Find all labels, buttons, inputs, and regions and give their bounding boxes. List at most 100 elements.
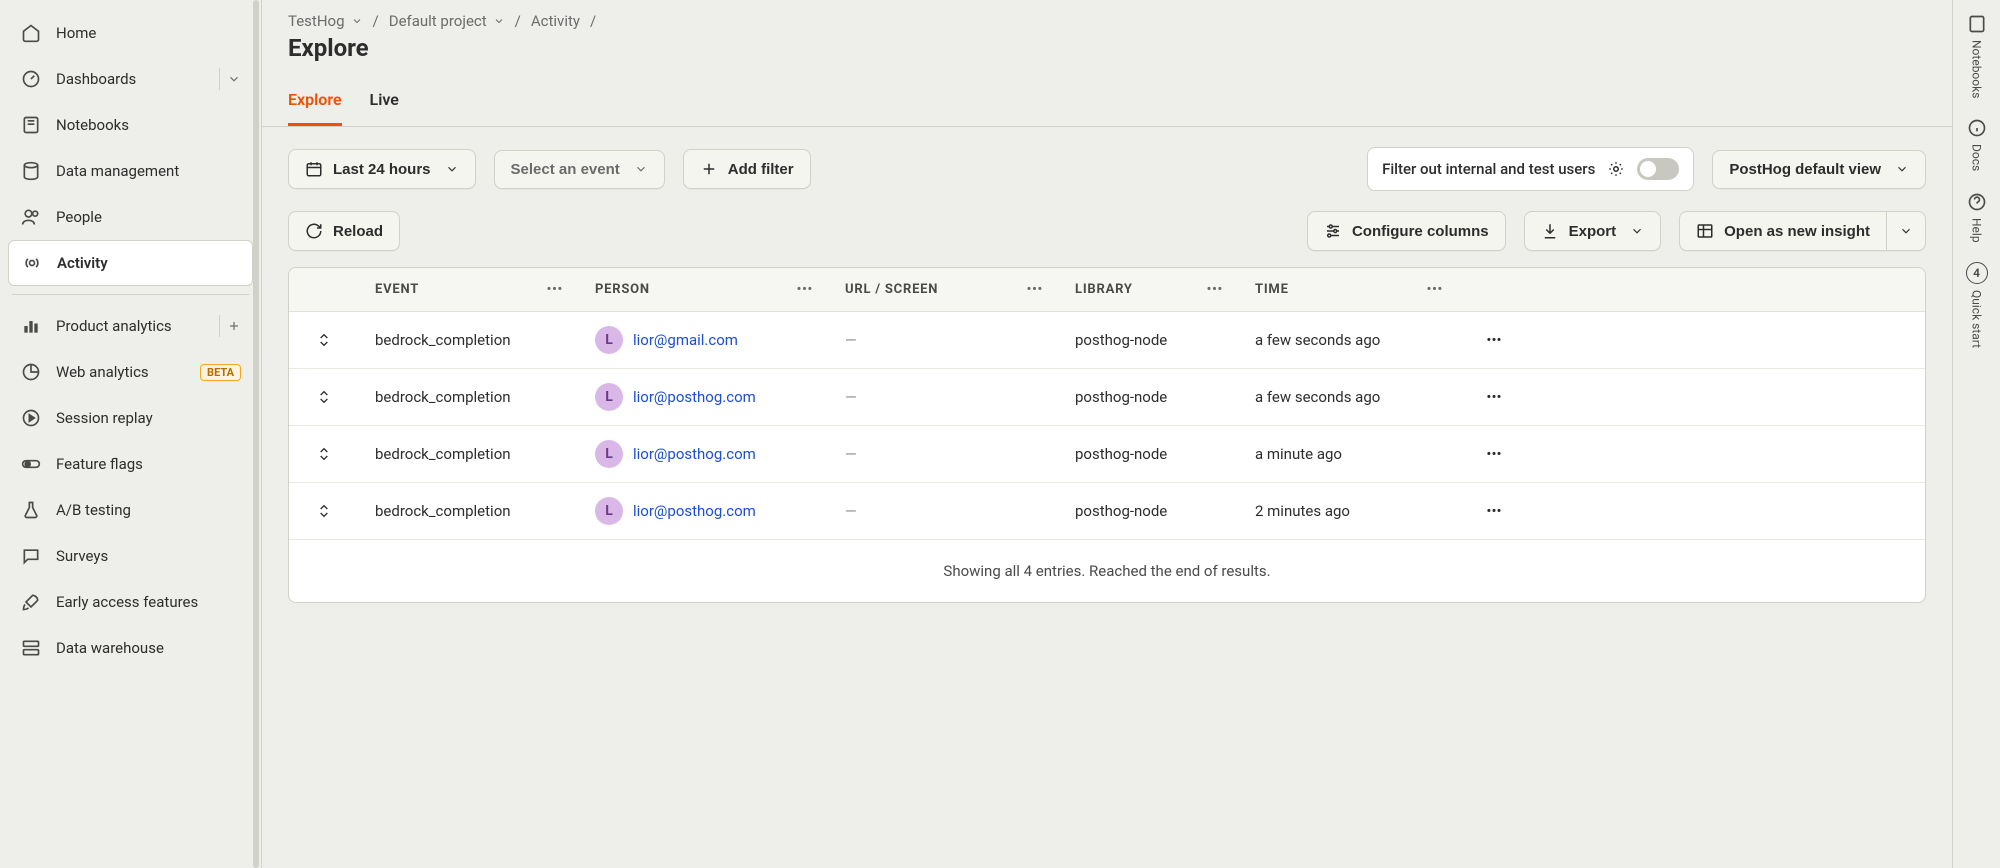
column-menu-icon[interactable]: ••• [797, 282, 813, 297]
rail-notebooks[interactable]: Notebooks [1967, 14, 1987, 98]
cell-time: a few seconds ago [1239, 312, 1459, 368]
person-link[interactable]: lior@posthog.com [633, 388, 756, 406]
chevron-down-icon [634, 162, 648, 176]
sidebar-item-label: Web analytics [56, 363, 149, 381]
view-button[interactable]: PostHog default view [1712, 150, 1926, 189]
table-row[interactable]: bedrock_completionLlior@gmail.com—postho… [289, 312, 1925, 369]
row-menu-button[interactable]: ••• [1459, 426, 1529, 482]
breadcrumb: TestHog / Default project / Activity / [288, 12, 1926, 30]
chevron-down-icon [1630, 224, 1644, 238]
configure-columns-button[interactable]: Configure columns [1307, 211, 1506, 251]
column-menu-icon[interactable]: ••• [547, 282, 563, 297]
gauge-icon [20, 68, 42, 90]
chevron-down-icon [445, 162, 459, 176]
sliders-icon [1324, 222, 1342, 240]
export-button[interactable]: Export [1524, 211, 1662, 251]
sidebar-item-activity[interactable]: Activity [8, 240, 253, 286]
table-row[interactable]: bedrock_completionLlior@posthog.com—post… [289, 483, 1925, 540]
cell-event: bedrock_completion [359, 426, 579, 482]
actions-toolbar: Reload Configure columns Export Open as … [262, 191, 1952, 267]
select-event-button[interactable]: Select an event [494, 150, 665, 189]
sidebar-item-home[interactable]: Home [8, 10, 253, 56]
cell-url: — [829, 312, 1059, 368]
cell-person[interactable]: Llior@posthog.com [579, 483, 829, 539]
cell-person[interactable]: Llior@posthog.com [579, 369, 829, 425]
expand-row-button[interactable] [289, 312, 359, 368]
avatar: L [595, 497, 623, 525]
tab-live[interactable]: Live [370, 80, 399, 126]
gear-icon[interactable] [1607, 160, 1625, 178]
expand-icon [316, 332, 332, 348]
sidebar-item-surveys[interactable]: Surveys [8, 533, 253, 579]
column-menu-icon[interactable]: ••• [1427, 282, 1443, 297]
activity-icon [21, 252, 43, 274]
add-filter-button[interactable]: Add filter [683, 149, 811, 189]
filter-internal-switch[interactable] [1637, 158, 1679, 180]
sidebar-item-dashboards[interactable]: Dashboards [8, 56, 253, 102]
expand-row-button[interactable] [289, 483, 359, 539]
page-title: Explore [288, 34, 1926, 62]
chevron-down-icon[interactable] [219, 68, 241, 90]
open-as-insight-button[interactable]: Open as new insight [1679, 211, 1887, 251]
cell-person[interactable]: Llior@posthog.com [579, 426, 829, 482]
expand-row-button[interactable] [289, 369, 359, 425]
replay-icon [20, 407, 42, 429]
sidebar-item-people[interactable]: People [8, 194, 253, 240]
sidebar-item-product-analytics[interactable]: Product analytics [8, 303, 253, 349]
cell-url: — [829, 426, 1059, 482]
person-link[interactable]: lior@posthog.com [633, 502, 756, 520]
sidebar-item-label: Feature flags [56, 455, 143, 473]
sidebar-item-early-access[interactable]: Early access features [8, 579, 253, 625]
table-row[interactable]: bedrock_completionLlior@posthog.com—post… [289, 369, 1925, 426]
th-time[interactable]: TIME••• [1239, 268, 1459, 311]
chevron-down-icon [351, 15, 363, 27]
person-link[interactable]: lior@posthog.com [633, 445, 756, 463]
notebook-icon [1967, 14, 1987, 34]
sidebar-item-session-replay[interactable]: Session replay [8, 395, 253, 441]
help-icon [1967, 192, 1987, 212]
cell-time: a few seconds ago [1239, 369, 1459, 425]
reload-button[interactable]: Reload [288, 211, 400, 251]
column-menu-icon[interactable]: ••• [1207, 282, 1223, 297]
tab-explore[interactable]: Explore [288, 80, 342, 126]
th-library[interactable]: LIBRARY••• [1059, 268, 1239, 311]
open-as-insight-dropdown[interactable] [1887, 211, 1926, 251]
person-link[interactable]: lior@gmail.com [633, 331, 738, 349]
breadcrumb-section[interactable]: Activity [531, 12, 580, 30]
pie-chart-icon [20, 361, 42, 383]
row-menu-button[interactable]: ••• [1459, 483, 1529, 539]
plus-icon [700, 160, 718, 178]
sidebar-item-data-management[interactable]: Data management [8, 148, 253, 194]
sidebar-item-feature-flags[interactable]: Feature flags [8, 441, 253, 487]
sidebar-item-label: Dashboards [56, 70, 136, 88]
cell-person[interactable]: Llior@gmail.com [579, 312, 829, 368]
main-content: TestHog / Default project / Activity / E… [262, 0, 1952, 868]
table-row[interactable]: bedrock_completionLlior@posthog.com—post… [289, 426, 1925, 483]
column-menu-icon[interactable]: ••• [1027, 282, 1043, 297]
th-actions [1459, 268, 1529, 311]
server-icon [20, 637, 42, 659]
breadcrumb-project[interactable]: Default project [389, 12, 505, 30]
sidebar-item-data-warehouse[interactable]: Data warehouse [8, 625, 253, 671]
chevron-down-icon [493, 15, 505, 27]
th-event[interactable]: EVENT••• [359, 268, 579, 311]
download-icon [1541, 222, 1559, 240]
plus-icon[interactable] [219, 315, 241, 337]
sidebar-item-label: A/B testing [56, 501, 131, 519]
breadcrumb-org[interactable]: TestHog [288, 12, 363, 30]
reload-icon [305, 222, 323, 240]
rail-help[interactable]: Help [1967, 192, 1987, 243]
th-person[interactable]: PERSON••• [579, 268, 829, 311]
cell-event: bedrock_completion [359, 369, 579, 425]
sidebar-item-ab-testing[interactable]: A/B testing [8, 487, 253, 533]
row-menu-button[interactable]: ••• [1459, 312, 1529, 368]
th-url[interactable]: URL / SCREEN••• [829, 268, 1059, 311]
chevron-down-icon [1895, 162, 1909, 176]
rail-quick-start[interactable]: 4 Quick start [1966, 262, 1988, 348]
sidebar-item-notebooks[interactable]: Notebooks [8, 102, 253, 148]
rail-docs[interactable]: Docs [1967, 118, 1987, 171]
date-range-button[interactable]: Last 24 hours [288, 149, 476, 189]
sidebar-item-web-analytics[interactable]: Web analytics BETA [8, 349, 253, 395]
row-menu-button[interactable]: ••• [1459, 369, 1529, 425]
expand-row-button[interactable] [289, 426, 359, 482]
